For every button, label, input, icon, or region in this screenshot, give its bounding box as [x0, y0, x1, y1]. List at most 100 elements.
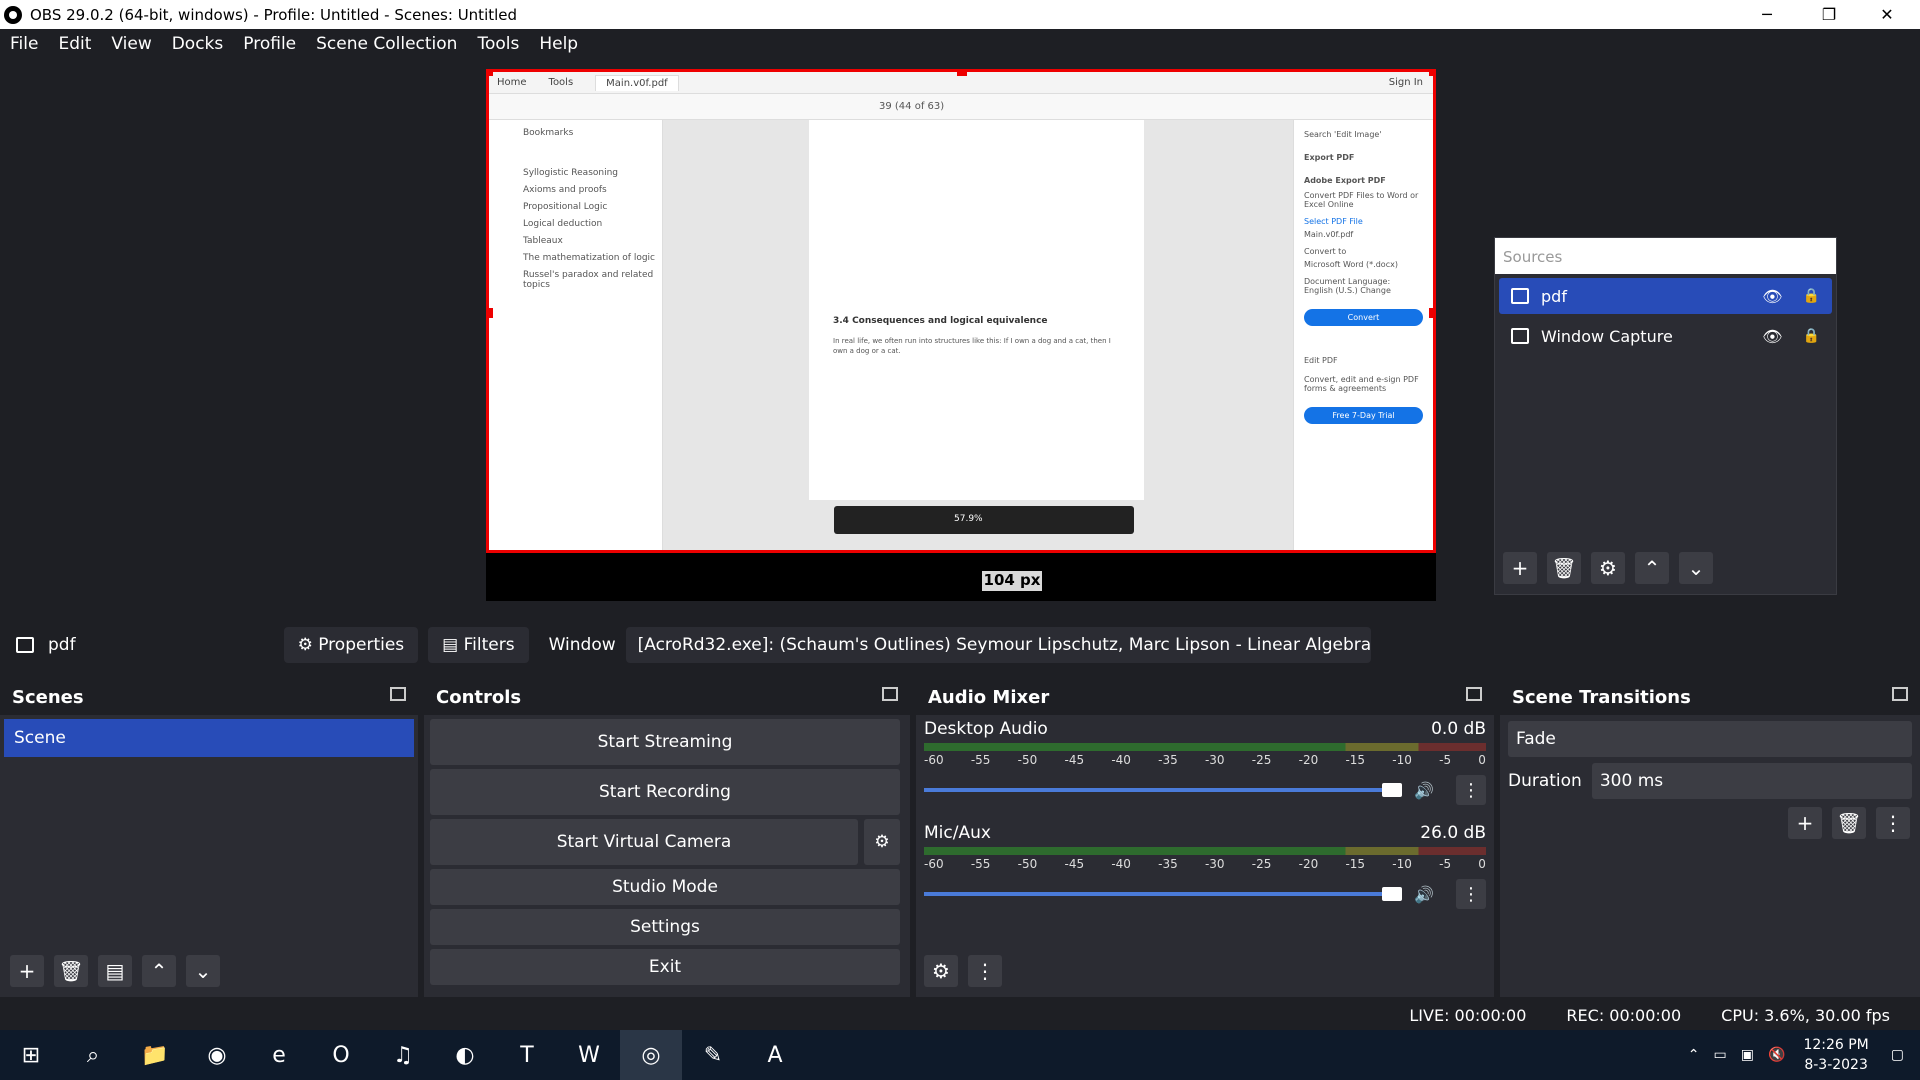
panel-title: Adobe Export PDF — [1304, 176, 1386, 185]
edge-icon[interactable]: e — [248, 1030, 310, 1080]
acrobat-bookmarks-panel: Bookmarks Syllogistic Reasoning Axioms a… — [489, 120, 663, 550]
network-icon[interactable]: ▣ — [1741, 1047, 1754, 1063]
globe-icon[interactable]: ◐ — [434, 1030, 496, 1080]
menu-profile[interactable]: Profile — [243, 34, 296, 54]
volume-slider[interactable] — [924, 887, 1403, 901]
undock-icon[interactable] — [1892, 687, 1908, 701]
menu-tools[interactable]: Tools — [477, 34, 519, 54]
chevron-up-icon[interactable]: ⌃ — [1688, 1047, 1700, 1063]
menu-file[interactable]: File — [10, 34, 38, 54]
duration-input[interactable]: 300 ms — [1591, 763, 1912, 799]
eye-icon[interactable]: 👁 — [1762, 327, 1782, 346]
add-transition-button[interactable]: + — [1788, 807, 1822, 839]
more-options-icon[interactable]: ⋮ — [1456, 775, 1486, 805]
studio-mode-button[interactable]: Studio Mode — [430, 869, 900, 905]
speaker-icon[interactable]: 🔊 — [1414, 885, 1434, 904]
menu-view[interactable]: View — [111, 34, 151, 54]
resize-handle[interactable] — [1429, 308, 1433, 318]
word-icon[interactable]: W — [558, 1030, 620, 1080]
add-scene-button[interactable]: + — [10, 955, 44, 987]
source-name: Window Capture — [1541, 326, 1673, 346]
maximize-button[interactable]: ❐ — [1806, 0, 1852, 29]
remove-transition-button[interactable]: 🗑 — [1832, 807, 1866, 839]
panel-select: Select PDF File — [1304, 217, 1363, 226]
pdf-page-text: In real life, we often run into structur… — [833, 337, 1111, 355]
remove-scene-button[interactable]: 🗑 — [54, 955, 88, 987]
filters-button[interactable]: ▤ Filters — [428, 627, 529, 663]
lock-icon[interactable]: 🔒 — [1803, 328, 1820, 344]
mixer-menu-icon[interactable]: ⋮ — [968, 955, 1002, 987]
file-explorer-icon[interactable]: 📁 — [124, 1030, 186, 1080]
window-icon — [1511, 288, 1529, 304]
source-item-pdf[interactable]: pdf 👁 🔒 — [1499, 278, 1832, 314]
system-tray: ⌃ ▭ ▣ 🔇 12:26 PM 8-3-2023 ▢ — [1688, 1030, 1920, 1080]
volume-slider[interactable] — [924, 783, 1403, 797]
pdf-page-heading: 3.4 Consequences and logical equivalence — [833, 316, 1048, 326]
pdf-source-capture[interactable]: Home Tools Main.v0f.pdf Sign In 39 (44 o… — [486, 69, 1436, 553]
distance-label: 104 px — [982, 571, 1042, 591]
obs-icon[interactable]: ◎ — [620, 1030, 682, 1080]
menu-help[interactable]: Help — [539, 34, 578, 54]
start-virtual-camera-button[interactable]: Start Virtual Camera — [430, 819, 858, 865]
audio-mixer-title: Audio Mixer — [928, 687, 1050, 708]
resize-handle[interactable] — [489, 72, 493, 76]
minimize-button[interactable]: ─ — [1744, 0, 1790, 29]
duration-label: Duration — [1508, 771, 1582, 791]
menu-scene-collection[interactable]: Scene Collection — [316, 34, 457, 54]
undock-icon[interactable] — [390, 687, 406, 701]
properties-button[interactable]: ⚙ Properties — [283, 627, 419, 663]
panel-file: Main.v0f.pdf — [1304, 230, 1354, 239]
menu-docks[interactable]: Docks — [172, 34, 224, 54]
start-recording-button[interactable]: Start Recording — [430, 769, 900, 815]
slider-knob[interactable] — [1382, 887, 1403, 901]
mute-icon[interactable]: 🔇 — [1768, 1047, 1785, 1063]
virtual-camera-settings-icon[interactable]: ⚙ — [864, 819, 900, 865]
window-select[interactable]: [AcroRd32.exe]: (Schaum's Outlines) Seym… — [625, 627, 1371, 663]
close-button[interactable]: ✕ — [1864, 0, 1910, 29]
status-bar: LIVE: 00:00:00 REC: 00:00:00 CPU: 3.6%, … — [0, 1000, 1920, 1030]
slider-knob[interactable] — [1382, 783, 1403, 797]
search-icon[interactable]: ⌕ — [62, 1030, 124, 1080]
add-source-button[interactable]: + — [1503, 552, 1537, 584]
remove-source-button[interactable]: 🗑 — [1547, 552, 1581, 584]
panel-convert-button: Convert — [1304, 309, 1423, 326]
volume-meter — [924, 847, 1486, 855]
speaker-icon[interactable]: 🔊 — [1414, 781, 1434, 800]
battery-icon[interactable]: ▭ — [1714, 1047, 1727, 1063]
move-down-button[interactable]: ⌄ — [1679, 552, 1713, 584]
preview-area[interactable]: Home Tools Main.v0f.pdf Sign In 39 (44 o… — [0, 59, 1920, 607]
chrome-icon[interactable]: ◉ — [186, 1030, 248, 1080]
acrobat-icon[interactable]: A — [744, 1030, 806, 1080]
teams-icon[interactable]: T — [496, 1030, 558, 1080]
source-item-window-capture[interactable]: Window Capture 👁 🔒 — [1499, 318, 1832, 354]
scene-down-button[interactable]: ⌄ — [186, 955, 220, 987]
advanced-audio-icon[interactable]: ⚙ — [924, 955, 958, 987]
source-properties-button[interactable]: ⚙ — [1591, 552, 1625, 584]
undock-icon[interactable] — [1466, 687, 1482, 701]
clock[interactable]: 12:26 PM 8-3-2023 — [1803, 1035, 1868, 1075]
transition-select[interactable]: Fade — [1508, 721, 1912, 757]
resize-handle[interactable] — [489, 308, 493, 318]
move-up-button[interactable]: ⌃ — [1635, 552, 1669, 584]
resize-handle[interactable] — [1429, 72, 1433, 76]
more-options-icon[interactable]: ⋮ — [1456, 879, 1486, 909]
notifications-icon[interactable]: ▢ — [1891, 1047, 1904, 1063]
start-icon[interactable]: ⊞ — [0, 1030, 62, 1080]
undock-icon[interactable] — [882, 687, 898, 701]
exit-button[interactable]: Exit — [430, 949, 900, 985]
selected-source-name: pdf — [48, 635, 76, 655]
scene-item[interactable]: Scene — [4, 719, 414, 757]
menu-edit[interactable]: Edit — [58, 34, 91, 54]
outlook-icon[interactable]: O — [310, 1030, 372, 1080]
app-icon[interactable]: ✎ — [682, 1030, 744, 1080]
transition-menu-icon[interactable]: ⋮ — [1876, 807, 1910, 839]
spotify-icon[interactable]: ♫ — [372, 1030, 434, 1080]
eye-icon[interactable]: 👁 — [1762, 287, 1782, 306]
scene-up-button[interactable]: ⌃ — [142, 955, 176, 987]
resize-handle[interactable] — [957, 72, 967, 76]
scene-filters-button[interactable]: ▤ — [98, 955, 132, 987]
lock-icon[interactable]: 🔒 — [1803, 288, 1820, 304]
start-streaming-button[interactable]: Start Streaming — [430, 719, 900, 765]
bookmark-item: Logical deduction — [523, 219, 603, 229]
settings-button[interactable]: Settings — [430, 909, 900, 945]
